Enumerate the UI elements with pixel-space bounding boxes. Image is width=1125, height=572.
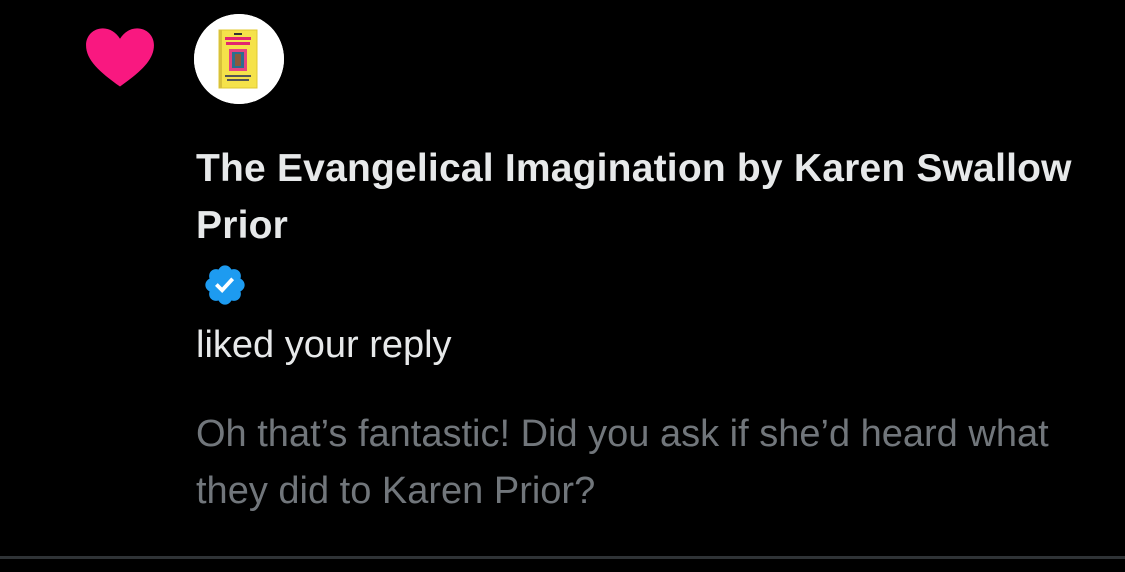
author-avatar[interactable]: [194, 14, 284, 104]
notification-content: The Evangelical Imagination by Karen Swa…: [196, 140, 1096, 520]
reply-preview-text[interactable]: Oh that’s fantastic! Did you ask if she’…: [196, 406, 1096, 520]
like-notification[interactable]: The Evangelical Imagination by Karen Swa…: [0, 0, 1125, 572]
divider: [0, 556, 1125, 559]
heart-icon: [86, 28, 154, 87]
author-name[interactable]: The Evangelical Imagination by Karen Swa…: [196, 140, 1096, 254]
book-cover-avatar-icon: [194, 14, 284, 104]
verified-badge-icon: [205, 265, 245, 305]
action-text: liked your reply: [196, 324, 452, 366]
